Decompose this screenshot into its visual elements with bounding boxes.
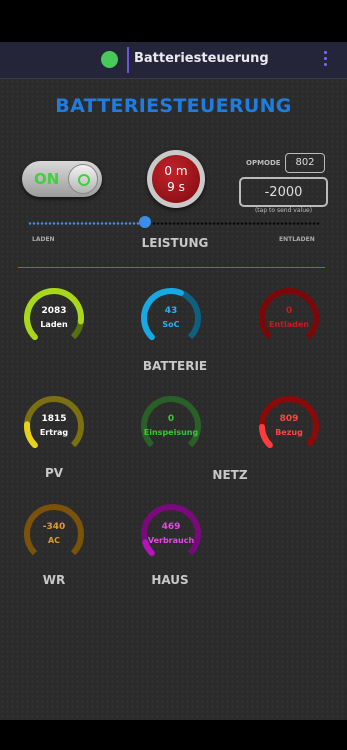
section-label-pv: PV — [44, 466, 64, 480]
gauge-entladen: 0 Entladen — [257, 286, 321, 350]
opmode-value: 802 — [285, 153, 325, 173]
slider-left-label: LADEN — [32, 236, 55, 243]
power-slider[interactable] — [28, 216, 320, 229]
section-label-wr: WR — [42, 573, 66, 587]
gauge-label: Bezug — [275, 428, 303, 437]
gauge-value: 2083 — [41, 306, 67, 316]
gauge-verbrauch: 469 Verbrauch — [139, 502, 203, 566]
gauge-verbrauch-ring — [141, 504, 201, 557]
power-toggle[interactable]: ON — [22, 161, 102, 197]
gauge-soc-ring — [141, 288, 201, 341]
gauge-label: Einspeisung — [143, 428, 199, 437]
slider-center-label: LEISTUNG — [141, 236, 209, 250]
gauge-bezug: 809 Bezug — [257, 394, 321, 458]
gauge-value: 0 — [285, 306, 293, 316]
gauge-laden: 2083 Laden — [22, 286, 86, 350]
section-label-haus: HAUS — [151, 573, 189, 587]
slider-fill — [28, 222, 145, 225]
status-bar — [0, 0, 347, 42]
toggle-label: ON — [34, 170, 60, 188]
gauge-value: 809 — [279, 414, 299, 424]
gauge-laden-ring — [24, 288, 84, 341]
gauge-ertrag-ring — [24, 396, 84, 449]
gauge-ac: -340 AC — [22, 502, 86, 566]
app-title: Batteriesteuerung — [134, 51, 269, 66]
more-options-icon[interactable] — [321, 51, 329, 69]
page-title: BATTERIESTEUERUNG — [55, 95, 292, 117]
send-hint: (tap to send value) — [254, 207, 313, 214]
timer-seconds: 9 s — [167, 180, 185, 194]
app-bar-separator — [127, 47, 129, 73]
gauge-label: Entladen — [269, 320, 309, 329]
gauge-label: Ertrag — [39, 428, 69, 437]
navigation-bar — [0, 720, 347, 750]
gauge-bezug-ring — [259, 396, 319, 449]
gauge-label: AC — [47, 536, 61, 545]
gauge-entladen-ring — [259, 288, 319, 340]
gauge-value: 1815 — [41, 414, 67, 424]
slider-thumb[interactable] — [138, 216, 151, 228]
power-value-input[interactable] — [239, 177, 328, 207]
gauge-label: Verbrauch — [147, 536, 195, 545]
gauge-value: 43 — [164, 306, 178, 316]
gauge-ac-ring — [24, 504, 84, 556]
section-label-netz: NETZ — [212, 468, 248, 482]
section-divider — [18, 267, 325, 268]
gauge-einspeisung-ring — [141, 396, 201, 448]
gauge-label: Laden — [40, 320, 68, 329]
gauge-ertrag: 1815 Ertrag — [22, 394, 86, 458]
countdown-timer: 0 m 9 s — [147, 150, 205, 208]
gauge-value: 469 — [161, 522, 181, 532]
gauge-value: -340 — [42, 522, 66, 532]
gauge-label: SoC — [162, 320, 180, 329]
section-label-batterie: BATTERIE — [142, 359, 208, 373]
gauge-soc: 43 SoC — [139, 286, 203, 350]
toggle-knob — [68, 164, 98, 194]
opmode-label: OPMODE — [246, 159, 281, 167]
gauge-einspeisung: 0 Einspeisung — [139, 394, 203, 458]
gauge-value: 0 — [167, 414, 175, 424]
connection-status-icon — [101, 51, 118, 68]
timer-minutes: 0 m — [164, 164, 188, 178]
slider-right-label: ENTLADEN — [279, 236, 315, 243]
